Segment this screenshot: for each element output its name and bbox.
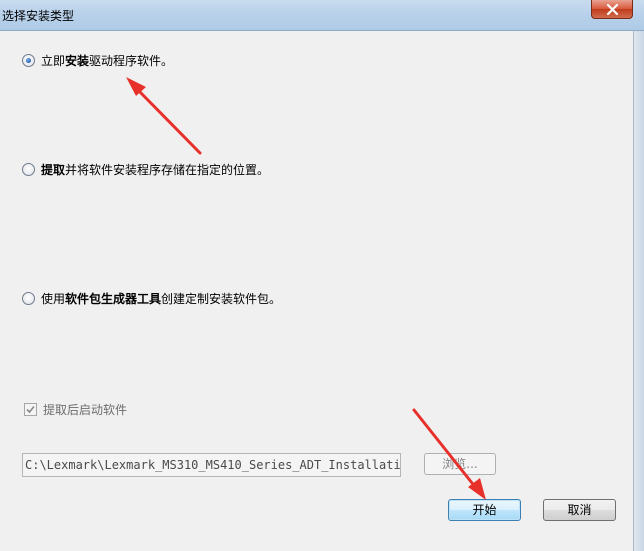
option-install-now-radio[interactable] xyxy=(22,54,35,67)
option-label-part: 提取 xyxy=(41,163,66,177)
close-icon xyxy=(606,4,619,15)
title-bar[interactable]: 选择安装类型 xyxy=(0,0,644,31)
option-install-now[interactable]: 立即安装驱动程序软件。 xyxy=(22,52,173,69)
checkmark-icon xyxy=(26,405,35,414)
option-package-builder-radio[interactable] xyxy=(22,292,35,305)
close-button[interactable] xyxy=(591,0,633,19)
launch-after-extract-label: 提取后启动软件 xyxy=(43,403,128,417)
install-path-input[interactable]: C:\Lexmark\Lexmark_MS310_MS410_Series_AD… xyxy=(22,453,401,477)
option-extract-radio[interactable] xyxy=(22,163,35,176)
browse-button[interactable]: 浏览... xyxy=(424,453,496,475)
option-label-part: 软件包生成器工具 xyxy=(65,292,162,306)
option-label-part: 立即 xyxy=(41,54,66,68)
option-label-part: 并将软件安装程序存储在指定的位置。 xyxy=(65,163,270,177)
option-extract-label: 提取并将软件安装程序存储在指定的位置。 xyxy=(41,161,269,178)
option-label-part: 驱动程序软件。 xyxy=(89,54,174,68)
window-right-edge xyxy=(633,31,644,551)
option-install-now-label: 立即安装驱动程序软件。 xyxy=(41,52,173,69)
installer-dialog: 选择安装类型 立即安装驱动程序软件。 提取并将软件安装程序存储在指定的位置。 使… xyxy=(0,0,644,551)
launch-after-extract-checkbox[interactable] xyxy=(24,403,37,416)
option-package-builder[interactable]: 使用软件包生成器工具创建定制安装软件包。 xyxy=(22,290,281,307)
option-label-part: 创建定制安装软件包。 xyxy=(161,292,282,306)
option-label-part: 使用 xyxy=(41,292,66,306)
dialog-content: 立即安装驱动程序软件。 提取并将软件安装程序存储在指定的位置。 使用软件包生成器… xyxy=(0,31,633,551)
option-package-builder-label: 使用软件包生成器工具创建定制安装软件包。 xyxy=(41,290,281,307)
start-button[interactable]: 开始 xyxy=(448,499,521,521)
option-label-part: 安装 xyxy=(65,54,90,68)
cancel-button[interactable]: 取消 xyxy=(543,499,616,521)
launch-after-extract-row[interactable]: 提取后启动软件 xyxy=(24,401,127,418)
option-extract[interactable]: 提取并将软件安装程序存储在指定的位置。 xyxy=(22,161,269,178)
window-title: 选择安装类型 xyxy=(2,9,75,23)
